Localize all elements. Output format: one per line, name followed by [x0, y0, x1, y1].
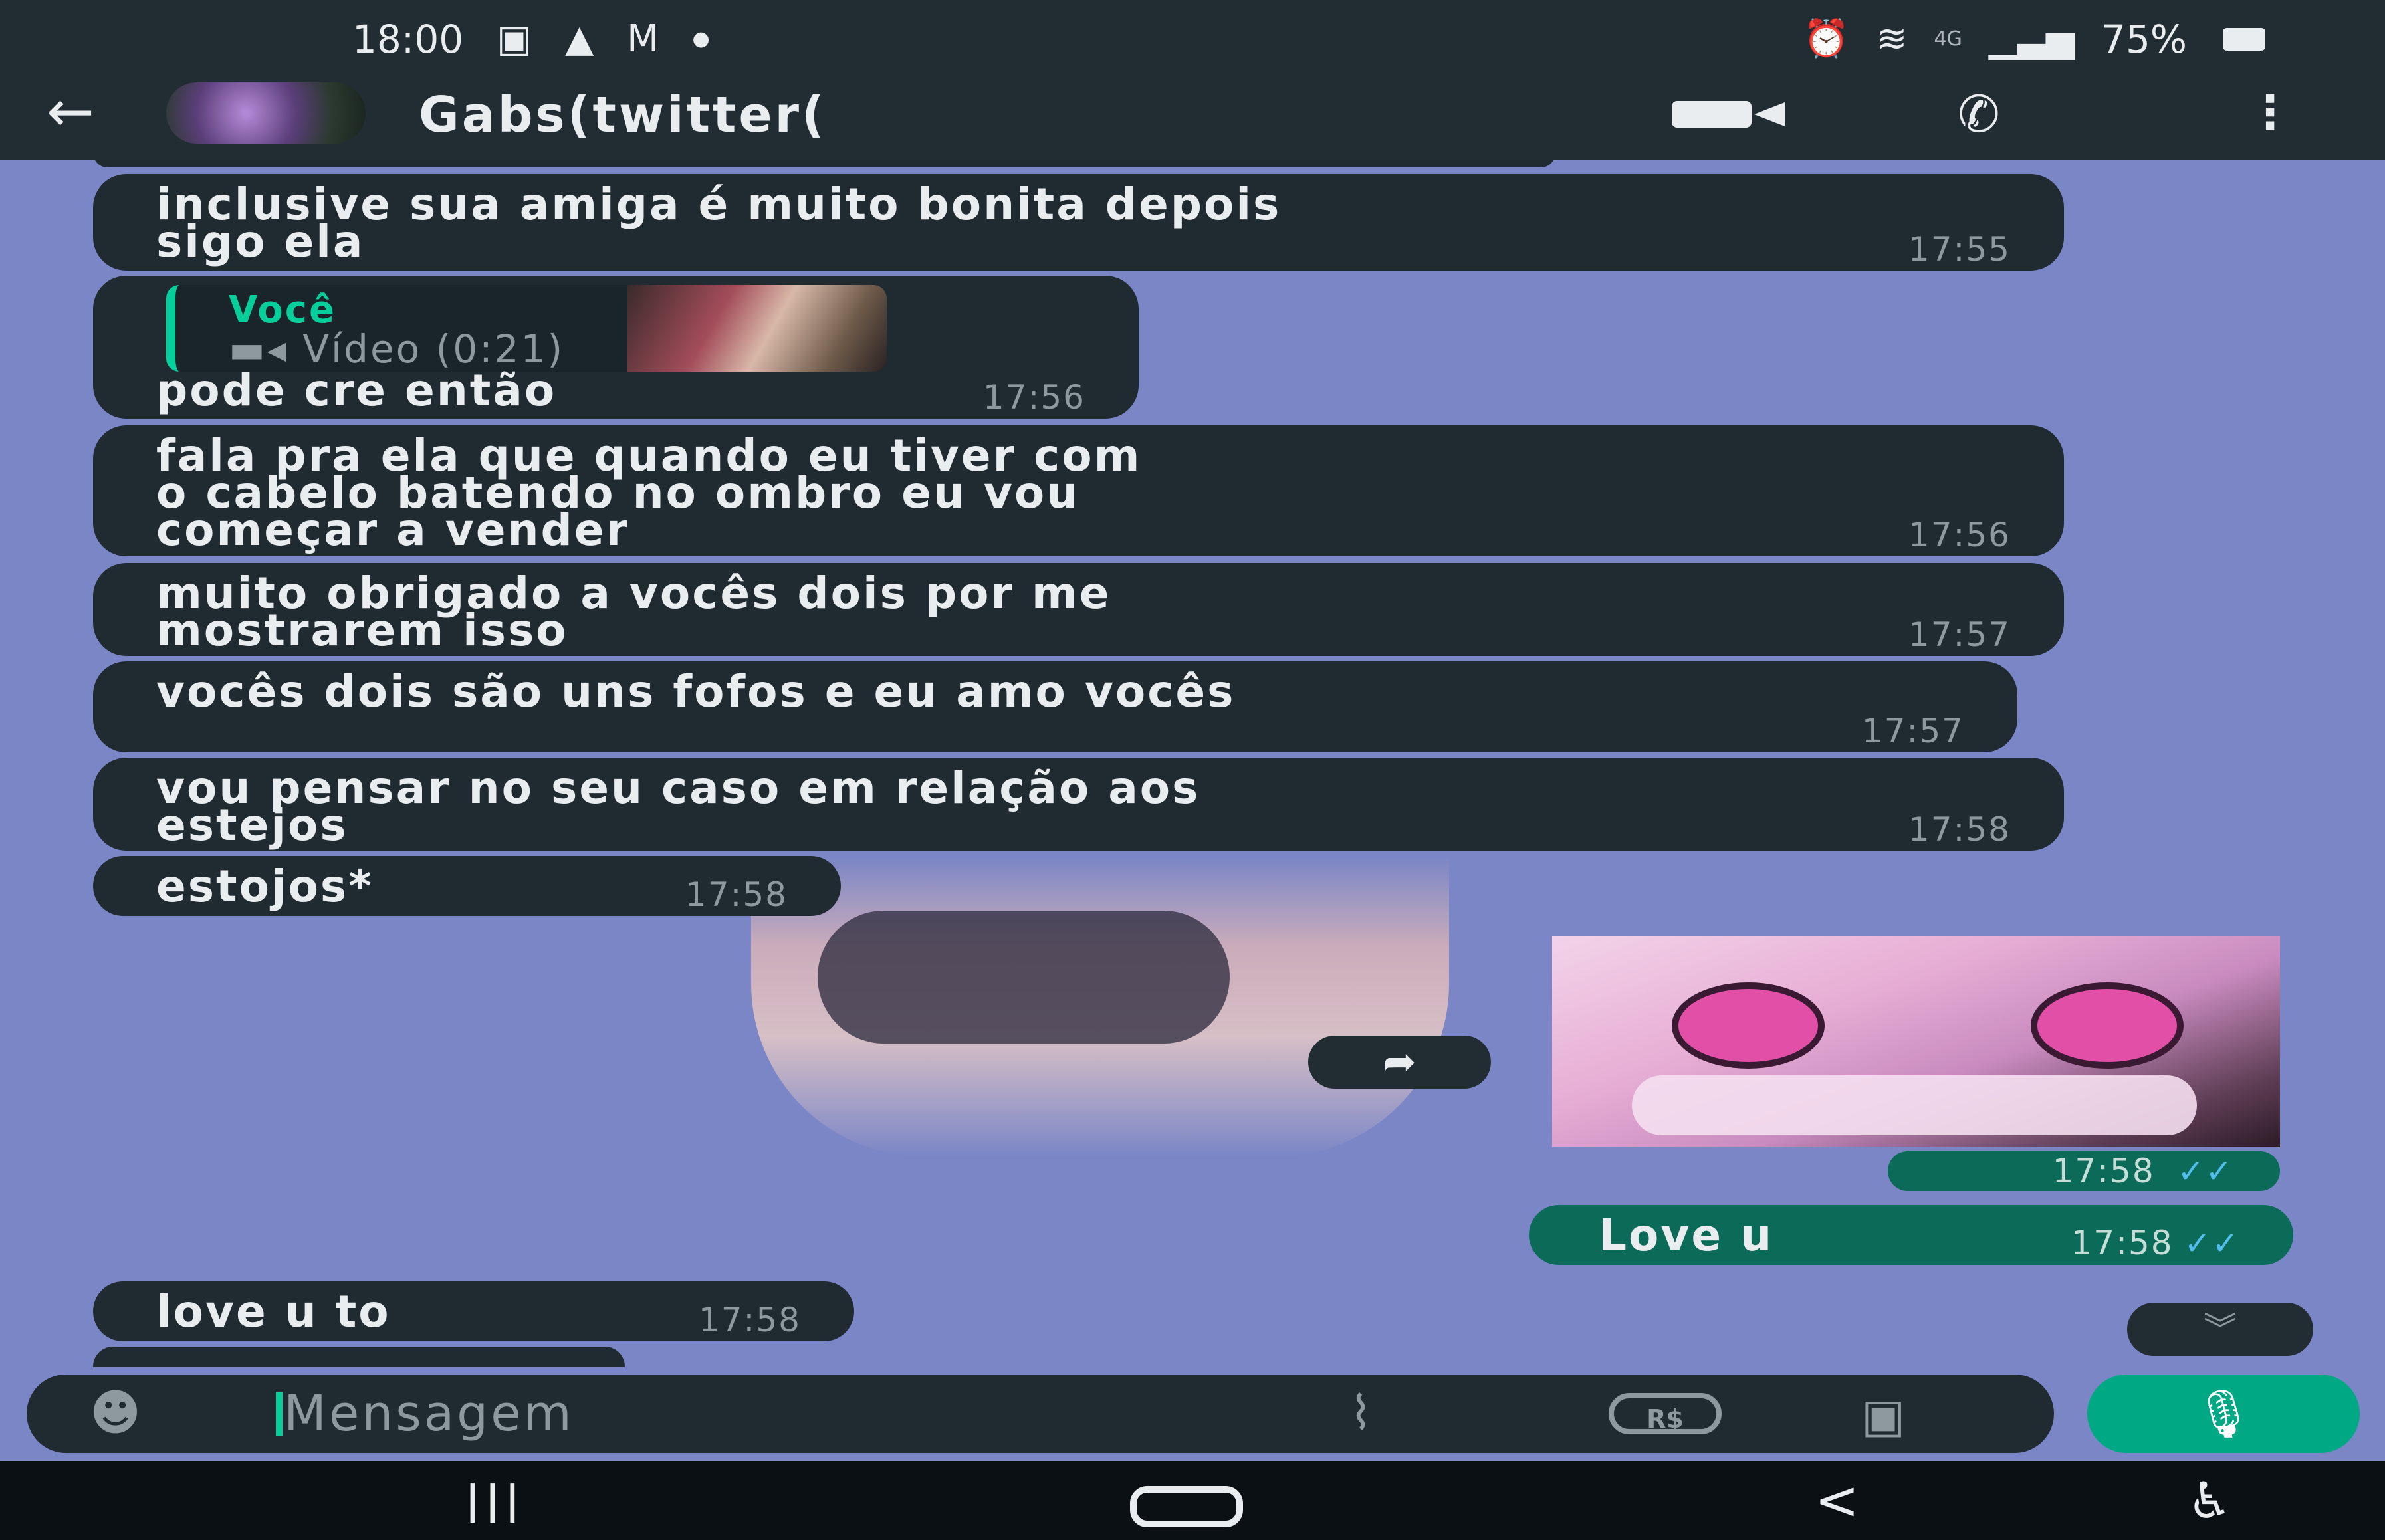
message-time: 17:55 [1908, 230, 2011, 269]
message-time: 17:56 [982, 378, 1085, 417]
signal-icon: ▁▃▅ [1988, 17, 2075, 60]
video-call-icon[interactable] [1672, 100, 1791, 129]
image-detail [1632, 1075, 2197, 1135]
message-bubble-sent[interactable]: Love u 17:58 ✓✓ [1529, 1205, 2293, 1265]
message-bubble-received[interactable]: vou pensar no seu caso em relação aos es… [93, 758, 2064, 851]
sent-image[interactable] [1552, 936, 2280, 1147]
text-caret [276, 1392, 283, 1436]
microphone-button[interactable]: 🎙 [2087, 1375, 2360, 1453]
message-time: 17:58 [2052, 1152, 2155, 1190]
image-detail [2031, 982, 2184, 1069]
wifi-icon: ≋ [1876, 17, 1908, 60]
battery-icon [2223, 28, 2265, 51]
emoji-icon[interactable]: ☻ [90, 1386, 141, 1440]
contact-avatar[interactable] [166, 82, 366, 144]
message-time: 17:56 [1908, 516, 2011, 554]
status-time: 18:00 [352, 17, 464, 62]
chat-area[interactable]: inclusive sua amiga é muito bonita depoi… [0, 160, 2385, 1367]
message-time: 17:58 [685, 875, 788, 914]
message-text: pode cre então [156, 365, 557, 416]
accessibility-icon[interactable]: ♿ [2187, 1461, 2232, 1540]
message-bubble-received[interactable]: muito obrigado a vocês dois por me mostr… [93, 563, 2064, 656]
message-text: vocês dois são uns fofos e eu amo vocês [156, 666, 1236, 717]
read-ticks-icon: ✓✓ [2184, 1225, 2240, 1262]
message-input-bar: ☻ ⌇ R$ ▣ [27, 1375, 2054, 1453]
image-time-bar: 17:58 ✓✓ [1888, 1151, 2280, 1191]
system-nav-bar: ||| < ♿ [0, 1461, 2385, 1540]
camera-icon[interactable]: ▣ [1861, 1389, 1905, 1442]
alarm-icon: ⏰ [1803, 17, 1850, 60]
phone-icon[interactable]: ✆ [1958, 89, 2000, 140]
message-bubble-received[interactable]: vocês dois são uns fofos e eu amo vocês … [93, 661, 2017, 752]
quoted-content: ▬◂ Vídeo (0:21) [229, 326, 565, 372]
message-input[interactable] [283, 1381, 1282, 1446]
home-icon[interactable] [1130, 1486, 1243, 1527]
quoted-video-thumbnail [627, 285, 887, 372]
message-text: fala pra ela que quando eu tiver com o c… [156, 430, 1142, 556]
network-type: 4G [1934, 27, 1962, 51]
chat-header: ← Gabs(twitter( ✆ ⋮ [0, 73, 2385, 153]
status-bar-right: ⏰ ≋ 4G ▁▃▅ 75% [1803, 9, 2265, 69]
battery-percentage: 75% [2101, 17, 2187, 62]
contact-name[interactable]: Gabs(twitter( [419, 86, 827, 144]
navigation-icon: ▲ [565, 17, 594, 60]
gmail-icon: M [627, 17, 659, 60]
more-menu-icon[interactable]: ⋮ [2247, 89, 2293, 136]
forward-icon[interactable]: ➦ [1308, 1036, 1491, 1089]
message-time: 17:58 [698, 1301, 801, 1339]
message-text: inclusive sua amiga é muito bonita depoi… [156, 179, 1282, 267]
read-ticks-icon: ✓✓ [2177, 1153, 2233, 1190]
message-text: vou pensar no seu caso em relação aos es… [156, 762, 1200, 851]
back-icon[interactable]: < [1815, 1461, 1859, 1540]
message-bubble-received[interactable] [93, 160, 1555, 167]
image-icon: ▣ [497, 17, 532, 60]
message-bubble-received[interactable]: Você ▬◂ Vídeo (0:21) pode cre então 17:5… [93, 276, 1139, 419]
quoted-author: Você [229, 288, 336, 332]
message-text: muito obrigado a vocês dois por me mostr… [156, 568, 1111, 656]
back-arrow-icon[interactable]: ← [47, 83, 94, 140]
quoted-message[interactable]: Você ▬◂ Vídeo (0:21) [166, 285, 887, 372]
wallpaper-art-shadow [818, 911, 1230, 1044]
message-bubble-received[interactable]: fala pra ela que quando eu tiver com o c… [93, 425, 2064, 556]
message-time: 17:58 [1908, 810, 2011, 849]
top-bar: 18:00 ▣ ▲ M ● ⏰ ≋ 4G ▁▃▅ 75% ← Gabs(twit… [0, 0, 2385, 160]
payment-icon[interactable]: R$ [1609, 1393, 1722, 1434]
image-detail [1672, 982, 1825, 1069]
scroll-down-button[interactable]: ︾ [2127, 1303, 2313, 1356]
dot-icon: ● [692, 27, 710, 51]
attachment-icon[interactable]: ⌇ [1349, 1386, 1372, 1440]
recent-apps-icon[interactable]: ||| [465, 1461, 525, 1540]
message-bubble-received[interactable] [93, 1347, 625, 1367]
message-time: 17:57 [1908, 615, 2011, 654]
message-time: 17:58 ✓✓ [2071, 1224, 2240, 1262]
message-bubble-received[interactable]: estojos* 17:58 [93, 856, 841, 916]
message-bubble-received[interactable]: inclusive sua amiga é muito bonita depoi… [93, 174, 2064, 271]
message-bubble-received[interactable]: love u to 17:58 [93, 1281, 854, 1341]
message-time: 17:57 [1861, 712, 1964, 750]
status-bar-left: 18:00 ▣ ▲ M ● [352, 9, 710, 69]
